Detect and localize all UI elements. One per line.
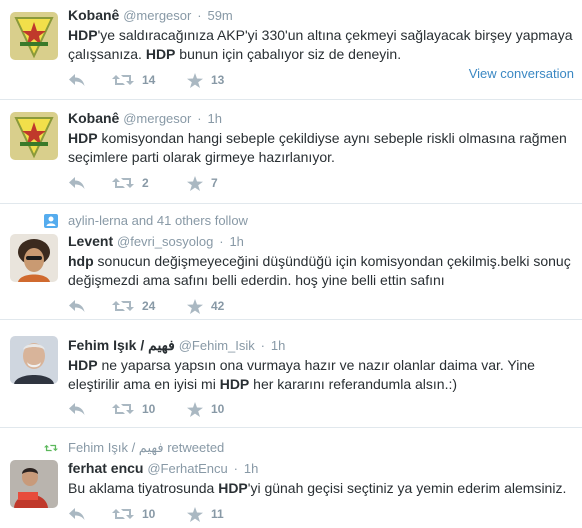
favorite-count: 42 — [211, 299, 225, 313]
retweet-button[interactable]: 10 — [112, 402, 187, 416]
display-name[interactable]: Levent — [68, 233, 113, 249]
tweet-header: Kobanê @mergesor · 1h — [68, 109, 574, 127]
reply-icon — [69, 300, 85, 312]
timeline: Kobanê @mergesor · 59m HDP'ye saldıracağ… — [0, 0, 582, 528]
view-conversation-link[interactable]: View conversation — [469, 66, 574, 81]
favorite-icon — [187, 298, 203, 314]
tweet[interactable]: Kobanê @mergesor · 59m HDP'ye saldıracağ… — [0, 0, 582, 100]
reply-icon — [69, 403, 85, 415]
tweet-actions: 14 13 — [68, 71, 224, 89]
tweet-text: HDP ne yaparsa yapsın ona vurmaya hazır … — [68, 357, 535, 392]
retweet-count: 14 — [142, 73, 156, 87]
timestamp[interactable]: 59m — [207, 8, 232, 23]
username[interactable]: @Fehim_Isik — [179, 338, 255, 353]
username[interactable]: @mergesor — [123, 111, 191, 126]
reply-button[interactable] — [68, 299, 112, 313]
tweet-actions: 10 11 — [68, 505, 224, 523]
avatar[interactable] — [10, 112, 58, 160]
retweet-count: 10 — [142, 402, 156, 416]
username[interactable]: @FerhatEncu — [147, 461, 227, 476]
retweet-count: 24 — [142, 299, 156, 313]
tweet-text: HDP komisyondan hangi sebeple çekildiyse… — [68, 130, 567, 165]
retweet-button[interactable]: 24 — [112, 299, 187, 313]
follow-context-icon — [44, 214, 58, 228]
tweet-header: Fehim Işık / فهيم @Fehim_Isik · 1h — [68, 336, 574, 354]
avatar[interactable] — [10, 12, 58, 60]
favorite-button[interactable]: 7 — [187, 175, 218, 191]
tweet[interactable]: Fehim Işık / فهيم @Fehim_Isik · 1h HDP n… — [0, 320, 582, 428]
favorite-icon — [187, 506, 203, 522]
separator: · — [260, 338, 265, 353]
favorite-count: 11 — [211, 507, 224, 521]
username[interactable]: @mergesor — [123, 8, 191, 23]
reply-button[interactable] — [68, 176, 112, 190]
reply-icon — [69, 508, 85, 520]
timestamp[interactable]: 1h — [244, 461, 258, 476]
favorite-button[interactable]: 13 — [187, 72, 225, 88]
tweet[interactable]: Kobanê @mergesor · 1h HDP komisyondan ha… — [0, 100, 582, 204]
retweet-count: 2 — [142, 176, 149, 190]
retweet-count: 10 — [142, 507, 156, 521]
avatar[interactable] — [10, 234, 58, 282]
tweet-text: Bu aklama tiyatrosunda HDP'yi günah geçi… — [68, 480, 567, 496]
display-name[interactable]: Fehim Işık / فهيم — [68, 337, 175, 353]
favorite-count: 10 — [211, 402, 225, 416]
display-name[interactable]: Kobanê — [68, 7, 119, 23]
social-context: aylin-lerna and 41 others follow — [44, 213, 248, 229]
favorite-button[interactable]: 42 — [187, 298, 225, 314]
social-context-text[interactable]: Fehim Işık / فهيم retweeted — [68, 440, 224, 456]
tweet-actions: 2 7 — [68, 174, 218, 192]
reply-button[interactable] — [68, 507, 112, 521]
retweet-context-icon — [44, 441, 58, 455]
retweet-button[interactable]: 10 — [112, 507, 187, 521]
reply-button[interactable] — [68, 73, 112, 87]
retweet-icon — [112, 178, 134, 188]
avatar[interactable] — [10, 336, 58, 384]
retweet-icon — [112, 301, 134, 311]
favorite-count: 13 — [211, 73, 225, 87]
separator: · — [197, 8, 202, 23]
social-context-text[interactable]: aylin-lerna and 41 others follow — [68, 213, 248, 229]
reply-icon — [69, 177, 85, 189]
favorite-icon — [187, 175, 203, 191]
display-name[interactable]: ferhat encu — [68, 460, 143, 476]
separator: · — [219, 234, 224, 249]
retweet-button[interactable]: 14 — [112, 73, 187, 87]
favorite-icon — [187, 401, 203, 417]
retweet-icon — [112, 509, 134, 519]
favorite-count: 7 — [211, 176, 218, 190]
tweet[interactable]: Fehim Işık / فهيم retweeted ferhat encu … — [0, 428, 582, 528]
avatar[interactable] — [10, 460, 58, 508]
reply-button[interactable] — [68, 402, 112, 416]
favorite-icon — [187, 72, 203, 88]
username[interactable]: @fevri_sosyolog — [117, 234, 213, 249]
tweet-header: Levent @fevri_sosyolog · 1h — [68, 232, 574, 250]
favorite-button[interactable]: 11 — [187, 506, 224, 522]
display-name[interactable]: Kobanê — [68, 110, 119, 126]
tweet-text: hdp sonucun değişmeyeceğini düşündüğü iç… — [68, 253, 571, 288]
tweet-actions: 10 10 — [68, 400, 224, 418]
tweet-header: ferhat encu @FerhatEncu · 1h — [68, 459, 574, 477]
tweet-text: HDP'ye saldıracağınıza AKP'yi 330'un alt… — [68, 27, 573, 62]
timestamp[interactable]: 1h — [207, 111, 221, 126]
tweet-actions: 24 42 — [68, 297, 224, 315]
retweet-icon — [112, 75, 134, 85]
separator: · — [233, 461, 238, 476]
favorite-button[interactable]: 10 — [187, 401, 225, 417]
tweet-header: Kobanê @mergesor · 59m — [68, 6, 574, 24]
separator: · — [197, 111, 202, 126]
social-context: Fehim Işık / فهيم retweeted — [44, 440, 224, 456]
reply-icon — [69, 74, 85, 86]
retweet-icon — [112, 404, 134, 414]
timestamp[interactable]: 1h — [271, 338, 285, 353]
retweet-button[interactable]: 2 — [112, 176, 187, 190]
timestamp[interactable]: 1h — [229, 234, 243, 249]
tweet[interactable]: aylin-lerna and 41 others follow Levent … — [0, 204, 582, 320]
